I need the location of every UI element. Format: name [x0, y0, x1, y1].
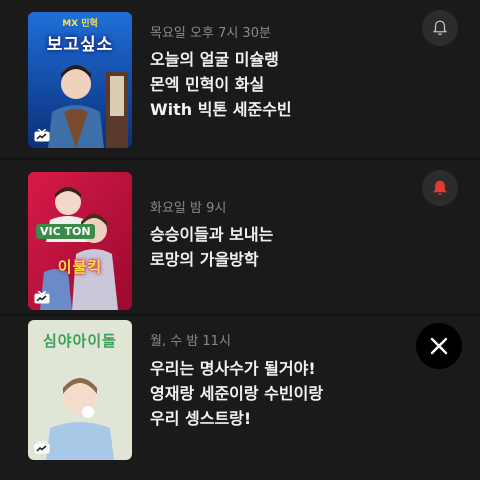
program-description: 승승이들과 보내는 로망의 가을방학 [150, 222, 273, 272]
description-line: 우리는 명사수가 될거야! [150, 359, 316, 378]
program-thumbnail[interactable]: VIC TON 이불킥 [28, 172, 132, 310]
program-schedule: 화요일 밤 9시 [150, 201, 227, 216]
description-line: With 빅톤 세준수빈 [150, 100, 292, 119]
thumbnail-title: 보고싶소 [46, 35, 114, 55]
tv-icon [34, 291, 50, 304]
program-card[interactable]: MX 민혁 보고싶소 목요일 오후 7시 30분 오늘의 얼굴 미슐랭 몬엑 민… [0, 0, 480, 158]
thumbnail-title: 이불킥 [57, 258, 103, 276]
thumbnail-title: 심야아이돌 [42, 332, 117, 350]
program-card[interactable]: VIC TON 이불킥 화요일 밤 9시 승승이들과 보내는 로망의 가을방학 [0, 160, 480, 314]
description-line: 오늘의 얼굴 미슐랭 [150, 50, 279, 69]
program-card[interactable]: 심야아이돌 월, 수 밤 11시 우리는 명사수가 될거야! 영재랑 세준이랑 … [0, 316, 480, 480]
description-line: 우리 셍스트랑! [150, 409, 252, 428]
program-description: 오늘의 얼굴 미슐랭 몬엑 민혁이 화실 With 빅톤 세준수빈 [150, 47, 292, 122]
thumbnail-art [28, 172, 132, 310]
program-schedule: 월, 수 밤 11시 [150, 334, 231, 349]
program-thumbnail[interactable]: MX 민혁 보고싶소 [28, 12, 132, 148]
thumbnail-logo: VIC TON [36, 224, 95, 239]
tv-icon [34, 129, 50, 142]
description-line: 승승이들과 보내는 [150, 225, 274, 244]
alarm-button[interactable] [422, 170, 458, 206]
program-schedule: 목요일 오후 7시 30분 [150, 26, 271, 41]
description-line: 로망의 가을방학 [150, 250, 259, 269]
bell-icon [433, 20, 447, 36]
tv-icon [34, 441, 50, 454]
bell-icon [433, 180, 447, 196]
close-button[interactable] [416, 323, 462, 369]
program-thumbnail[interactable]: 심야아이돌 [28, 320, 132, 460]
description-line: 몬엑 민혁이 화실 [150, 75, 265, 94]
close-icon [430, 337, 448, 355]
program-description: 우리는 명사수가 될거야! 영재랑 세준이랑 수빈이랑 우리 셍스트랑! [150, 356, 323, 431]
thumbnail-subtitle: MX 민혁 [62, 19, 98, 29]
description-line: 영재랑 세준이랑 수빈이랑 [150, 384, 324, 403]
alarm-button[interactable] [422, 10, 458, 46]
program-list: MX 민혁 보고싶소 목요일 오후 7시 30분 오늘의 얼굴 미슐랭 몬엑 민… [0, 0, 480, 480]
